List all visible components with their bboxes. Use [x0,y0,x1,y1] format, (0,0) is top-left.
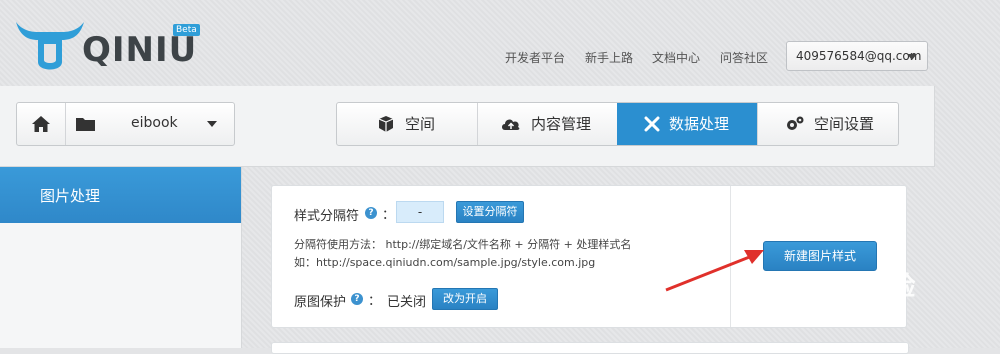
sidebar-item-image-processing[interactable]: 图片处理 [0,167,241,223]
protect-status: 已关闭 [387,295,427,310]
tab-space-settings[interactable]: 空间设置 [758,103,898,145]
logo-text: QINIU [82,30,198,70]
bucket-selector[interactable]: eibook [16,102,235,146]
colon: ： [368,294,382,309]
help-icon[interactable]: ? [351,293,363,305]
watermark-text: Baidu经验 [780,272,916,302]
nav-qa-community[interactable]: 问答社区 [720,49,768,66]
gears-icon [787,116,804,130]
toolbar: eibook 空间 内容管理 数据处理 空间设置 [0,86,935,167]
bull-logo-icon [16,22,84,70]
chevron-down-icon [907,54,917,60]
tab-content-management[interactable]: 内容管理 [478,103,617,145]
usage-example-line: 如：http://space.qiniudn.com/sample.jpg/st… [294,256,596,269]
beta-badge: Beta [173,24,200,36]
watermark-url: jingyan.baidu.com [790,302,901,316]
tab-label: 空间设置 [814,115,875,133]
tab-space[interactable]: 空间 [337,103,477,145]
enable-protect-button[interactable]: 改为开启 [432,288,498,310]
sidebar: 图片处理 [0,167,242,348]
cloud-upload-icon [502,119,520,130]
tab-label: 空间 [405,115,436,133]
original-protect-label: 原图保护 [294,295,347,310]
tab-label: 数据处理 [669,115,730,133]
tab-data-processing[interactable]: 数据处理 [617,103,757,145]
usage-help-line: 分隔符使用方法： http://绑定域名/文件名称 + 分隔符 + 处理样式名 [294,238,632,251]
sidebar-item-label: 图片处理 [40,187,101,205]
divider [65,103,66,145]
next-card [271,342,909,354]
account-email: 409576584@qq.com [796,49,922,63]
tab-label: 内容管理 [531,115,592,133]
folder-icon [76,118,95,131]
nav-developer-platform[interactable]: 开发者平台 [505,49,565,66]
separator-label: 样式分隔符 [294,209,360,224]
set-separator-button[interactable]: 设置分隔符 [456,201,524,223]
tab-bar: 空间 内容管理 数据处理 空间设置 [336,102,899,146]
nav-docs-center[interactable]: 文档中心 [652,49,700,66]
annotation-arrow-icon [665,250,764,292]
box-icon [378,116,394,132]
nav-getting-started[interactable]: 新手上路 [585,49,633,66]
colon: ： [382,208,396,223]
bucket-name: eibook [131,115,178,131]
account-dropdown[interactable]: 409576584@qq.com [786,41,928,71]
help-icon[interactable]: ? [365,207,377,219]
tools-icon [644,116,660,132]
chevron-down-icon[interactable] [207,121,217,127]
home-icon[interactable] [31,115,51,133]
separator-input[interactable]: - [396,201,444,223]
